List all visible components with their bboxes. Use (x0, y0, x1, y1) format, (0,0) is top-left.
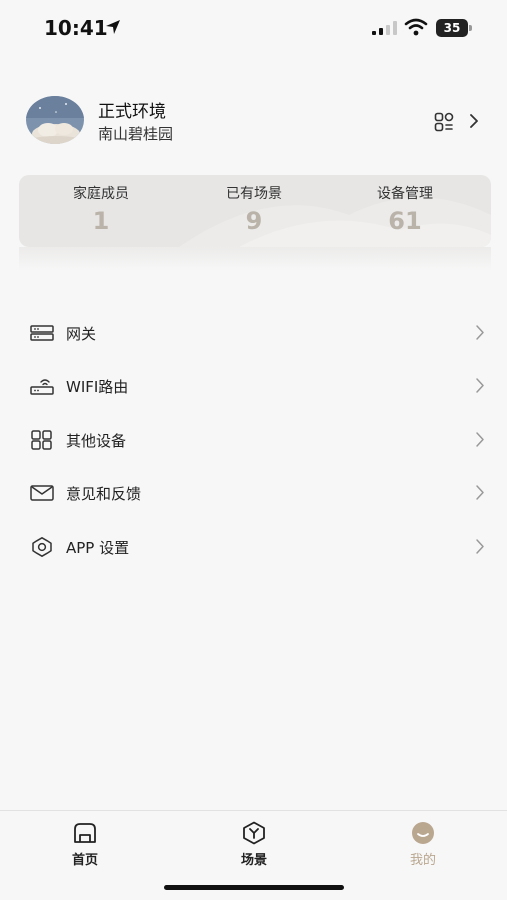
tab-label: 我的 (409, 853, 436, 868)
battery-icon: 35 (436, 19, 472, 37)
menu-item-feedback[interactable]: 意见和反馈 (0, 466, 507, 520)
menu-item-app-settings[interactable]: APP 设置 (0, 520, 507, 574)
menu-label: 其他设备 (66, 432, 127, 450)
wifi-icon (404, 18, 428, 36)
profile-face-icon (412, 822, 434, 844)
menu-item-gateway[interactable]: 网关 (0, 306, 507, 360)
avatar[interactable] (26, 96, 84, 144)
stat-value: 61 (388, 207, 422, 235)
tab-scene[interactable]: 场景 (214, 821, 294, 871)
tab-label: 场景 (240, 853, 267, 868)
menu-label: 意见和反馈 (66, 485, 142, 503)
menu-label: APP 设置 (66, 539, 130, 557)
menu-item-wifi-router[interactable]: WIFI路由 (0, 359, 507, 413)
menu-label: WIFI路由 (66, 378, 129, 396)
home-indicator[interactable] (164, 885, 344, 890)
chevron-right-icon (476, 325, 484, 340)
chevron-right-icon (476, 432, 484, 447)
router-icon (30, 379, 54, 395)
chevron-right-icon[interactable] (468, 112, 480, 130)
battery-level: 35 (443, 21, 461, 35)
stat-label: 家庭成员 (73, 186, 129, 202)
home-address: 南山碧桂园 (98, 125, 174, 143)
mail-icon (30, 485, 54, 501)
stats-card: 家庭成员 1 已有场景 9 设备管理 61 (19, 175, 491, 247)
profile-header[interactable]: 正式环境 南山碧桂园 (26, 96, 486, 146)
chevron-right-icon (476, 378, 484, 393)
gateway-icon (30, 325, 54, 341)
grid-icon (31, 430, 52, 450)
tab-label: 首页 (71, 853, 98, 868)
card-shadow (19, 247, 491, 271)
tab-home[interactable]: 首页 (45, 821, 125, 871)
menu-label: 网关 (66, 325, 97, 343)
status-time: 10:41 (44, 16, 108, 40)
stat-devices[interactable]: 设备管理 61 (335, 183, 475, 235)
signal-icon (372, 21, 397, 35)
stat-scenes[interactable]: 已有场景 9 (184, 183, 324, 235)
stat-value: 1 (92, 207, 110, 235)
tab-mine[interactable]: 我的 (383, 821, 463, 871)
stat-label: 已有场景 (226, 186, 282, 202)
stat-label: 设备管理 (377, 186, 433, 202)
menu-item-other-devices[interactable]: 其他设备 (0, 413, 507, 467)
stat-family-members[interactable]: 家庭成员 1 (31, 183, 171, 235)
home-name: 正式环境 (98, 102, 166, 122)
location-arrow-icon (106, 20, 120, 34)
status-bar: 10:41 35 (0, 0, 507, 56)
stat-value: 9 (245, 207, 263, 235)
chevron-right-icon (476, 485, 484, 500)
chevron-right-icon (476, 539, 484, 554)
switch-home-icon[interactable] (434, 112, 454, 132)
home-icon (74, 823, 96, 843)
gear-icon (32, 537, 52, 557)
scene-icon (243, 821, 265, 845)
